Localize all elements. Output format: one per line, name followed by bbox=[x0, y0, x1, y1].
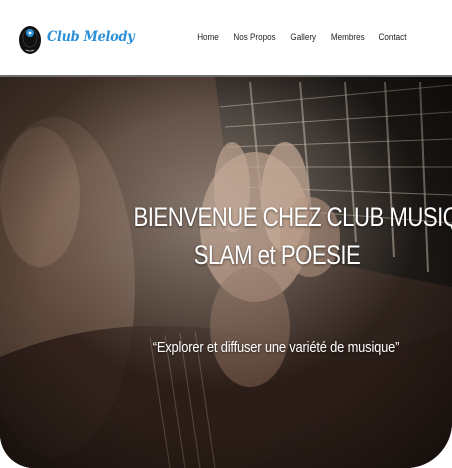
nav-membres[interactable]: Membres bbox=[330, 32, 364, 42]
nav-contact[interactable]: Contact bbox=[379, 32, 407, 42]
hero-title-line2: SLAM et POESIE bbox=[193, 239, 361, 270]
logo[interactable]: Club Melody bbox=[18, 18, 142, 56]
logo-text: Club Melody bbox=[47, 29, 135, 45]
nav-gallery[interactable]: Gallery bbox=[290, 32, 316, 42]
nav-nos-propos[interactable]: Nos Propos bbox=[233, 32, 275, 42]
main-nav: Home Nos Propos Gallery Membres Contact bbox=[196, 32, 408, 42]
hero-banner: BIENVENUE CHEZ CLUB MUSIQUE, SLAM et POE… bbox=[0, 77, 452, 468]
hero-tagline: “Explorer et diffuser une variété de mus… bbox=[39, 339, 428, 356]
site-header: Club Melody Home Nos Propos Gallery Memb… bbox=[0, 0, 452, 77]
vinyl-record-icon bbox=[18, 18, 44, 56]
page: Club Melody Home Nos Propos Gallery Memb… bbox=[0, 0, 452, 468]
hero-title-line1: BIENVENUE CHEZ CLUB MUSIQUE, bbox=[133, 202, 452, 232]
nav-home[interactable]: Home bbox=[197, 32, 219, 42]
hero-tagline-text: “Explorer et diffuser une variété de mus… bbox=[152, 339, 400, 356]
hero-title: BIENVENUE CHEZ CLUB MUSIQUE, SLAM et POE… bbox=[50, 199, 452, 275]
